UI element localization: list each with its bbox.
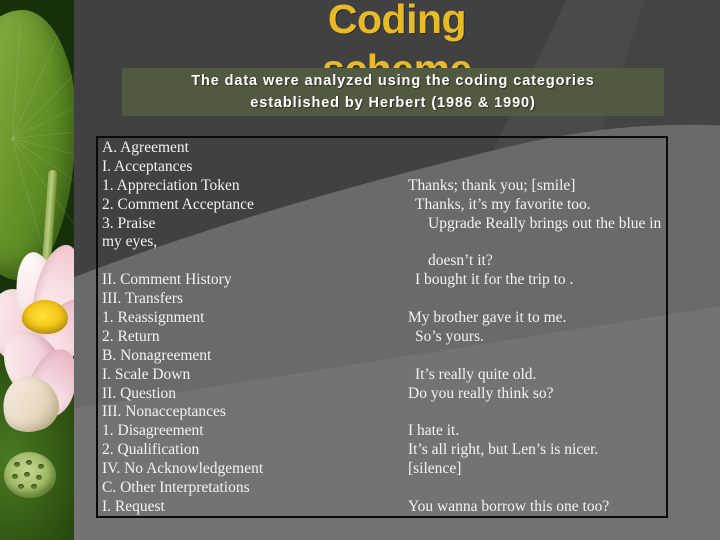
example-utterance: doesn’t it?	[428, 252, 493, 270]
category-label: 2. Return	[102, 327, 160, 345]
table-row: 1. Appreciation Token Thanks; thank you; …	[98, 177, 666, 196]
table-body: A. Agreement I. Acceptances 1. Appreciatio…	[98, 138, 666, 516]
example-utterance: It’s really quite old.	[415, 365, 537, 383]
category-label: 2. Comment Acceptance	[102, 195, 254, 213]
category-label: I. Request	[102, 497, 165, 515]
category-label: 1. Disagreement	[102, 422, 204, 440]
coding-scheme-table: A. Agreement I. Acceptances 1. Appreciatio…	[96, 136, 668, 518]
category-label: B. Nonagreement	[102, 346, 212, 364]
example-utterance: [silence]	[408, 460, 462, 478]
table-row: II. Question Do you really think so?	[98, 385, 666, 404]
table-row: I. Scale Down It’s really quite old.	[98, 366, 666, 385]
table-row: I. Acceptances	[98, 158, 666, 177]
category-label: C. Other Interpretations	[102, 479, 250, 497]
table-row: my eyes,	[98, 233, 666, 252]
example-utterance: It’s all right, but Len’s is nicer.	[408, 441, 599, 459]
table-row: IV. No Acknowledgement [silence]	[98, 460, 666, 479]
example-utterance: You wanna borrow this one too?	[408, 497, 610, 515]
leaf-vein-icon	[11, 138, 44, 249]
table-row: 1. Disagreement I hate it.	[98, 422, 666, 441]
table-row: C. Other Interpretations	[98, 479, 666, 498]
example-utterance: So’s yours.	[415, 327, 484, 345]
category-label: A. Agreement	[102, 139, 189, 156]
category-label: II. Comment History	[102, 271, 232, 289]
banner-line-1: The data were analyzed using the coding …	[191, 73, 595, 89]
category-label: 1. Appreciation Token	[102, 176, 240, 194]
table-row: A. Agreement	[98, 139, 666, 158]
table-row: doesn’t it?	[98, 252, 666, 271]
subtitle-banner: The data were analyzed using the coding …	[122, 68, 664, 116]
category-label: III. Transfers	[102, 290, 183, 308]
table-row: 2. Return So’s yours.	[98, 328, 666, 347]
table-row: III. Transfers	[98, 290, 666, 309]
category-label: 1. Reassignment	[102, 309, 205, 327]
table-row: II. Comment History I bought it for the t…	[98, 271, 666, 290]
example-utterance: Thanks, it’s my favorite too.	[415, 195, 591, 213]
category-label: III. Nonacceptances	[102, 403, 226, 421]
category-label: II. Question	[102, 384, 177, 402]
category-label: I. Acceptances	[102, 157, 193, 175]
example-utterance: Do you really think so?	[408, 384, 554, 402]
category-label: I. Scale Down	[102, 365, 191, 383]
table-row: 3. Praise Upgrade Really brings out the b…	[98, 215, 666, 234]
table-row: 2. Qualification It’s all right, but Len’…	[98, 441, 666, 460]
example-utterance: My brother gave it to me.	[408, 309, 567, 327]
table-row: B. Nonagreement	[98, 347, 666, 366]
category-label: 3. Praise	[102, 214, 156, 232]
example-utterance: I hate it.	[408, 422, 460, 440]
slide-canvas: Coding scheme The data were analyzed usi…	[0, 0, 720, 540]
example-utterance: Upgrade Really brings out the blue in	[428, 214, 662, 232]
lotus-flower-photo	[0, 0, 74, 540]
example-utterance: I bought it for the trip to .	[415, 271, 574, 289]
example-utterance: Thanks; thank you; [smile]	[408, 176, 576, 194]
category-label: IV. No Acknowledgement	[102, 460, 264, 478]
table-row: 1. Reassignment My brother gave it to me.	[98, 309, 666, 328]
table-row: III. Nonacceptances	[98, 403, 666, 422]
lotus-center-icon	[22, 300, 68, 334]
lotus-seedpod-icon	[4, 452, 56, 498]
leaf-vein-icon	[12, 87, 74, 139]
table-row: I. Request You wanna borrow this one too?	[98, 497, 666, 516]
category-label: 2. Qualification	[102, 441, 200, 459]
banner-line-2: established by Herbert (1986 & 1990)	[250, 95, 536, 111]
category-label: my eyes,	[102, 233, 158, 251]
table-row: 2. Comment Acceptance Thanks, it’s my fav…	[98, 196, 666, 215]
